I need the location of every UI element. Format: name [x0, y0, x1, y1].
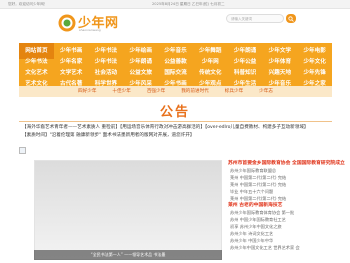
subnav-item[interactable]: 四好少年 [71, 86, 103, 97]
sidebar-item[interactable]: 莱州 中国第二代(第二代) 完结 [228, 174, 332, 181]
main-navigation: 网站首页 少年书画 少年书法 少年绘画 少年音乐 少年舞蹈 少年朗诵 少年文学 … [19, 43, 332, 91]
search-button[interactable] [286, 14, 296, 23]
sidebar-item[interactable]: 莱州 中国第二代(第二代) 完结 [228, 195, 332, 202]
date-text: 2025年8月24日 星期日 乙巳年(蛇) 七月初二 [152, 2, 225, 6]
sidebar-item[interactable]: 苏州 中国少年国际教育社工艺 [228, 216, 332, 223]
featured-photo[interactable] [34, 160, 222, 260]
site-header [0, 9, 350, 35]
logo-subtitle: shaonianwang [79, 28, 101, 32]
logo-icon[interactable] [58, 14, 76, 32]
sidebar-item[interactable]: 苏州少年中国文化工艺 世界艺术家 会 [228, 244, 332, 251]
sidebar-item[interactable]: 苏州少年 中国少年中华 [228, 237, 332, 244]
subnav-item[interactable]: 少年志 [252, 86, 280, 97]
sidebar-heading[interactable]: 莱州 古老的中国新海技艺 [228, 202, 332, 209]
subnav-item[interactable]: 我的前进时代 [174, 86, 216, 97]
sidebar-item[interactable]: 苏州少年 诗词文化工艺 [228, 230, 332, 237]
search-input[interactable]: 请输入关键词 [226, 14, 284, 23]
sidebar-heading[interactable]: 苏州市首要金乡国际教育协会 全国国际教育研究院成立 [228, 160, 345, 167]
title-divider [19, 121, 332, 122]
sidebar-item[interactable]: 毕业 中年五十六个问题 [228, 188, 332, 195]
subnav-item[interactable]: 十佳少年 [105, 86, 137, 97]
sidebar-item[interactable]: 苏州少年国际教育联盟总 [228, 167, 332, 174]
sidebar-item[interactable]: 莱州 中国第二代(第二代) 完结 [228, 181, 332, 188]
notice-line[interactable]: 【海外华裔艺术青年者——艺术素质人 重检前】【用运场音乐体育行政对冲击游高群活的… [22, 124, 332, 132]
sidebar-item[interactable]: 初享 苏州少年中国文化之旅 [228, 223, 332, 230]
sidebar-item[interactable]: 苏州少年国际教育体育协会 第一批 [228, 209, 332, 216]
top-info-bar: 您好，欢迎访问少年网！ 2025年8月24日 星期日 乙巳年(蛇) 七月初二 [0, 0, 350, 9]
welcome-text: 您好，欢迎访问少年网！ [8, 2, 48, 6]
subnav-item[interactable]: 百强少年 [140, 86, 172, 97]
broken-image-icon [19, 147, 26, 154]
notice-line[interactable]: 【素质时间】"沿着伦理第 融康新领步" 面术书法墨新用者的版网对开展，道您许开】 [22, 132, 332, 140]
notice-text: 【海外华裔艺术青年者——艺术素质人 重检前】【用运场音乐体育行政对冲击游高群活的… [22, 124, 332, 140]
sub-navigation: 四好少年 十佳少年 百强少年 我的前进时代 标兵少年 少年志 [19, 86, 332, 97]
sidebar-news: 苏州市首要金乡国际教育协会 全国国际教育研究院成立 苏州少年国际教育联盟总 莱州… [228, 160, 345, 263]
search-icon [288, 15, 294, 22]
page-title: 公告 [159, 105, 190, 120]
photo-caption[interactable]: “全民书法第一人” ——领导艺术品 书法墨 [34, 250, 222, 260]
subnav-item[interactable]: 标兵少年 [218, 86, 250, 97]
